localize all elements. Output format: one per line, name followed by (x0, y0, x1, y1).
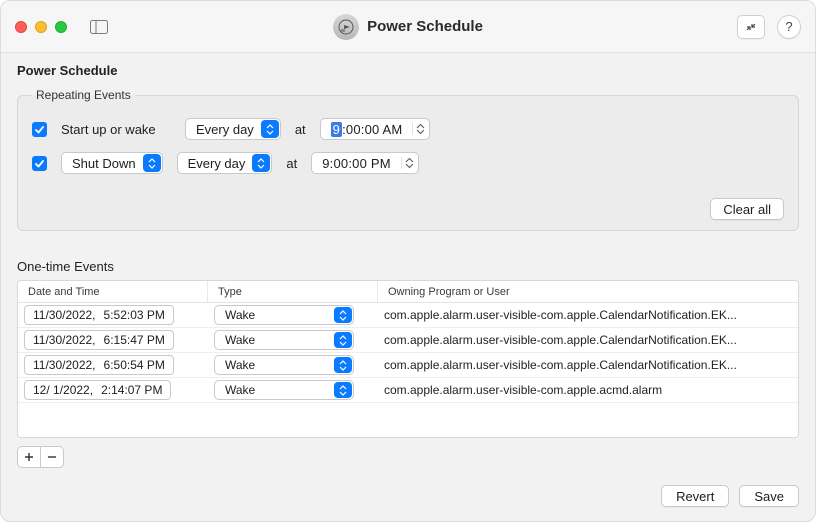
column-header-type[interactable]: Type (208, 281, 378, 302)
titlebar: Power Schedule ? (1, 1, 815, 53)
checkmark-icon (34, 158, 45, 169)
updown-arrows-icon (334, 357, 352, 373)
datetime-field[interactable]: 11/30/2022,6:15:47 PM (24, 330, 174, 350)
toolbar-right: ? (737, 15, 801, 39)
table-body: 11/30/2022,5:52:03 PM Wake com.apple.alarm… (18, 303, 798, 403)
type-select[interactable]: Wake (214, 305, 354, 325)
help-button[interactable]: ? (777, 15, 801, 39)
shutdown-checkbox[interactable] (32, 156, 47, 171)
cell-type: Wake (208, 355, 378, 375)
zoom-window-button[interactable] (55, 21, 67, 33)
updown-arrows-icon (334, 307, 352, 323)
pane-title: Power Schedule (17, 63, 799, 78)
startup-checkbox[interactable] (32, 122, 47, 137)
collapse-button[interactable] (737, 15, 765, 39)
shutdown-time-value: 9:00:00 PM (322, 156, 391, 171)
preferences-window: Power Schedule ? Power Schedule Repeatin… (0, 0, 816, 522)
content-area: Power Schedule Repeating Events Start up… (1, 53, 815, 484)
table-row[interactable]: 12/ 1/2022,2:14:07 PM Wake com.apple.alarm… (18, 378, 798, 403)
cell-owner: com.apple.alarm.user-visible-com.apple.C… (378, 308, 798, 322)
cell-owner: com.apple.alarm.user-visible-com.apple.C… (378, 333, 798, 347)
cell-owner: com.apple.alarm.user-visible-com.apple.a… (378, 383, 798, 397)
remove-row-button[interactable] (40, 446, 64, 468)
column-header-datetime[interactable]: Date and Time (18, 281, 208, 302)
cell-datetime: 12/ 1/2022,2:14:07 PM (18, 380, 208, 400)
minus-icon (47, 452, 57, 462)
datetime-field[interactable]: 11/30/2022,6:50:54 PM (24, 355, 174, 375)
shutdown-frequency-select[interactable]: Every day (177, 152, 273, 174)
checkmark-icon (34, 124, 45, 135)
table-row[interactable]: 11/30/2022,6:50:54 PM Wake com.apple.alarm… (18, 353, 798, 378)
table-row[interactable]: 11/30/2022,6:15:47 PM Wake com.apple.alarm… (18, 328, 798, 353)
shutdown-action-select[interactable]: Shut Down (61, 152, 163, 174)
add-row-button[interactable] (17, 446, 41, 468)
one-time-events-table: Date and Time Type Owning Program or Use… (17, 280, 799, 438)
power-schedule-icon (333, 14, 359, 40)
revert-button[interactable]: Revert (661, 485, 729, 507)
clear-all-label: Clear all (723, 202, 771, 217)
cell-datetime: 11/30/2022,6:15:47 PM (18, 330, 208, 350)
updown-arrows-icon (334, 332, 352, 348)
table-header: Date and Time Type Owning Program or Use… (18, 281, 798, 303)
toggle-sidebar-button[interactable] (85, 16, 113, 38)
column-header-owner[interactable]: Owning Program or User (378, 281, 798, 302)
save-button[interactable]: Save (739, 485, 799, 507)
cell-type: Wake (208, 305, 378, 325)
minimize-window-button[interactable] (35, 21, 47, 33)
table-padding (18, 403, 798, 437)
sidebar-icon (90, 20, 108, 34)
type-select[interactable]: Wake (214, 355, 354, 375)
chevron-down-icon (405, 163, 414, 169)
type-select[interactable]: Wake (214, 330, 354, 350)
shutdown-time-field[interactable]: 9:00:00 PM (311, 152, 419, 174)
plus-icon (24, 452, 34, 462)
clear-all-button[interactable]: Clear all (710, 198, 784, 220)
repeating-events-legend: Repeating Events (32, 88, 135, 102)
cell-datetime: 11/30/2022,5:52:03 PM (18, 305, 208, 325)
updown-arrows-icon (334, 382, 352, 398)
window-title: Power Schedule (367, 18, 483, 35)
shutdown-at-label: at (286, 156, 297, 171)
cell-datetime: 11/30/2022,6:50:54 PM (18, 355, 208, 375)
type-select[interactable]: Wake (214, 380, 354, 400)
startup-at-label: at (295, 122, 306, 137)
cell-type: Wake (208, 330, 378, 350)
one-time-events-heading: One-time Events (17, 259, 799, 274)
window-title-area: Power Schedule (1, 14, 815, 40)
startup-row: Start up or wake Every day at 9:00:00 AM (32, 118, 784, 140)
startup-frequency-select[interactable]: Every day (185, 118, 281, 140)
shutdown-row: Shut Down Every day at 9:00:00 PM (32, 152, 784, 174)
startup-time-field[interactable]: 9:00:00 AM (320, 118, 431, 140)
window-traffic-lights (15, 21, 67, 33)
time-stepper[interactable] (401, 157, 414, 169)
updown-arrows-icon (261, 120, 279, 138)
collapse-diagonal-icon (745, 21, 757, 33)
footer-buttons: Revert Save (661, 485, 799, 507)
chevron-down-icon (416, 129, 425, 135)
startup-label: Start up or wake (61, 122, 171, 137)
cell-owner: com.apple.alarm.user-visible-com.apple.C… (378, 358, 798, 372)
cell-type: Wake (208, 380, 378, 400)
question-mark-icon: ? (785, 19, 792, 34)
datetime-field[interactable]: 11/30/2022,5:52:03 PM (24, 305, 174, 325)
datetime-field[interactable]: 12/ 1/2022,2:14:07 PM (24, 380, 171, 400)
repeating-events-group: Repeating Events Start up or wake Every … (17, 88, 799, 231)
add-remove-controls (17, 446, 799, 468)
startup-time-value: 9:00:00 AM (331, 122, 403, 137)
updown-arrows-icon (252, 154, 270, 172)
updown-arrows-icon (143, 154, 161, 172)
close-window-button[interactable] (15, 21, 27, 33)
table-row[interactable]: 11/30/2022,5:52:03 PM Wake com.apple.alarm… (18, 303, 798, 328)
time-stepper[interactable] (412, 123, 425, 135)
